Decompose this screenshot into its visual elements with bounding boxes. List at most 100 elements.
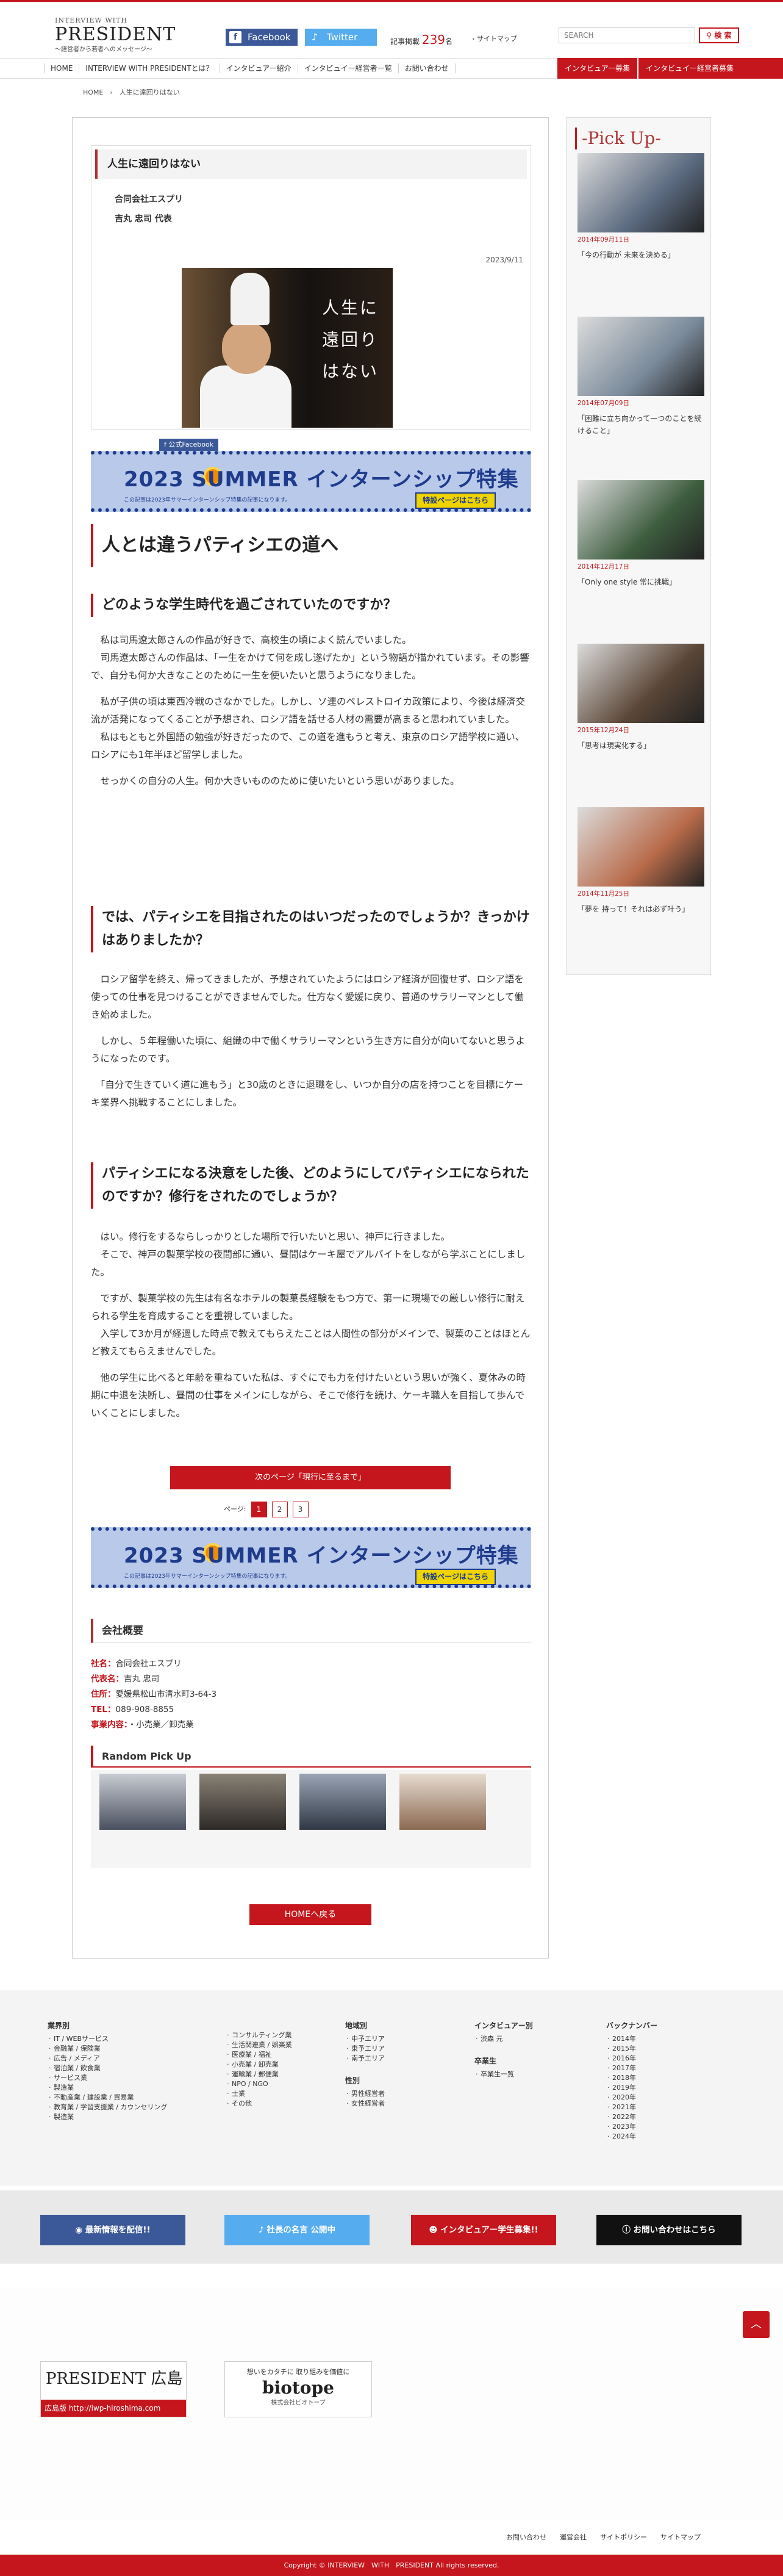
nav-item[interactable]: インタビュアー紹介 xyxy=(220,63,298,73)
footer-link[interactable]: 小売業 / 卸売業 xyxy=(226,2060,292,2070)
facebook-button[interactable]: f Facebook xyxy=(226,29,298,46)
footer-link[interactable]: 運輸業 / 郵便業 xyxy=(226,2070,292,2079)
internship-banner-bottom[interactable]: 2023 SUMMER インターンシップ特集 この記事は2023年サマーインター… xyxy=(91,1527,531,1588)
pickup-item[interactable]: 2014年12月17日 「Only one style 常に挑戦」 xyxy=(577,480,704,588)
footer-link[interactable]: 製造業 xyxy=(48,2083,167,2093)
company-info-key: 代表名： xyxy=(91,1674,124,1684)
footer-link[interactable]: 生活関連業 / 娯楽業 xyxy=(226,2040,292,2050)
pickup-image[interactable] xyxy=(577,807,704,887)
footer-link[interactable]: 教育業 / 学習支援業 / カウンセリング xyxy=(48,2103,167,2112)
footer-link[interactable]: 2020年 xyxy=(606,2093,657,2103)
ad-president-hiroshima[interactable]: PRESIDENT 広島 広島版 http://iwp-hiroshima.co… xyxy=(40,2361,187,2417)
nav-recruit-item[interactable]: インタビュイー経営者募集 xyxy=(637,58,741,79)
article-date: 2023/9/11 xyxy=(485,256,523,264)
footer-link[interactable]: その他 xyxy=(226,2099,292,2109)
page-link[interactable]: 3 xyxy=(292,1502,309,1517)
nav-item[interactable]: お問い合わせ xyxy=(399,63,456,73)
nav-recruit-item[interactable]: インタビュアー募集 xyxy=(556,58,637,79)
search-input[interactable] xyxy=(559,27,695,43)
pickup-image[interactable] xyxy=(577,480,704,559)
share-button[interactable]: ☻ インタビュアー学生募集!! xyxy=(411,2215,556,2245)
company-name: 合同会社エスプリ xyxy=(115,195,183,204)
nav-item[interactable]: インタビュイー経営者一覧 xyxy=(298,63,399,73)
footer-link[interactable]: IT / WEBサービス xyxy=(48,2034,167,2044)
banner-button[interactable]: 特設ページはこちら xyxy=(415,1569,496,1586)
pickup-title[interactable]: 「夢を 持って！それは必ず叶う」 xyxy=(577,903,704,915)
footer-link[interactable]: 東予エリア xyxy=(345,2044,385,2054)
twitter-button[interactable]: ♪ Twitter xyxy=(305,29,377,46)
nav-item[interactable]: HOME xyxy=(44,63,80,73)
footer-bottom-link[interactable]: サイトポリシー xyxy=(600,2532,647,2543)
share-button[interactable]: ♪ 社長の名言 公開中 xyxy=(224,2215,370,2245)
footer-link[interactable]: 中予エリア xyxy=(345,2034,385,2044)
pickup-item[interactable]: 2014年09月11日 「今の行動が 未来を決める」 xyxy=(577,153,704,261)
info-icon: ⓘ xyxy=(622,2225,634,2235)
facebook-badge[interactable]: f 公式Facebook xyxy=(159,439,219,451)
footer-link[interactable]: 製造業 xyxy=(48,2112,167,2122)
footer-link[interactable]: NPO / NGO xyxy=(226,2079,292,2089)
pickup-title[interactable]: 「Only one style 常に挑戦」 xyxy=(577,576,704,588)
sitemap-link[interactable]: › サイトマップ xyxy=(472,34,517,45)
share-button[interactable]: ◉ 最新情報を配信!! xyxy=(40,2215,185,2245)
footer-link[interactable]: 不動産業 / 建設業 / 貿易業 xyxy=(48,2093,167,2103)
next-page-button[interactable]: 次のページ「現行に至るまで」 xyxy=(170,1466,451,1489)
pickup-title[interactable]: 「思考は現実化する」 xyxy=(577,739,704,752)
footer-link[interactable]: 宿泊業 / 飲食業 xyxy=(48,2063,167,2073)
footer-link[interactable]: 広告 / メディア xyxy=(48,2054,167,2063)
footer-bottom-link[interactable]: お問い合わせ xyxy=(506,2532,546,2543)
page-link[interactable]: 1 xyxy=(251,1502,267,1517)
footer-link[interactable]: 渋森 元 xyxy=(474,2034,533,2044)
footer-link[interactable]: 士業 xyxy=(226,2089,292,2099)
footer-link[interactable]: 2023年 xyxy=(606,2122,657,2132)
company-info-row: 事業内容：・小売業／卸売業 xyxy=(91,1718,216,1733)
pickup-image[interactable] xyxy=(577,153,704,232)
facebook-badge-label: 公式Facebook xyxy=(168,441,214,448)
page-link[interactable]: 2 xyxy=(271,1502,288,1517)
footer-link[interactable]: 2024年 xyxy=(606,2132,657,2142)
footer-column-heading: 地域別 xyxy=(345,2021,368,2030)
footer-link[interactable]: 卒業生一覧 xyxy=(474,2070,533,2079)
twitter-icon: ♪ xyxy=(311,31,318,43)
back-to-top-button[interactable]: ︿ xyxy=(743,2311,770,2338)
article-count-number: 239 xyxy=(421,32,446,47)
pickup-item[interactable]: 2014年07月09日 「困難に立ち向かって一つのことを続けること」 xyxy=(577,317,704,437)
footer-link[interactable]: 2019年 xyxy=(606,2083,657,2093)
footer-link[interactable]: 南予エリア xyxy=(345,2054,385,2063)
footer-bottom-link[interactable]: サイトマップ xyxy=(660,2532,701,2543)
footer-bottom-link[interactable]: 運営会社 xyxy=(560,2532,587,2543)
pickup-title[interactable]: 「困難に立ち向かって一つのことを続けること」 xyxy=(577,412,704,437)
footer-link[interactable]: サービス業 xyxy=(48,2073,167,2083)
main-heading: 人とは違うパティシエの道へ xyxy=(91,524,531,567)
site-header: INTERVIEW WITH PRESIDENT 〜経営者から若者へのメッセージ… xyxy=(0,2,783,58)
share-button[interactable]: ⓘ お問い合わせはこちら xyxy=(596,2215,742,2245)
pickup-image[interactable] xyxy=(577,317,704,396)
footer-link[interactable]: 2017年 xyxy=(606,2063,657,2073)
home-button[interactable]: HOMEへ戻る xyxy=(249,1904,371,1925)
pickup-image[interactable] xyxy=(577,644,704,723)
random-pickup-image[interactable] xyxy=(299,1774,386,1830)
nav-item[interactable]: INTERVIEW WITH PRESIDENTとは？ xyxy=(79,63,220,73)
footer-link[interactable]: 2014年 xyxy=(606,2034,657,2044)
footer-link[interactable]: 医療業 / 福祉 xyxy=(226,2050,292,2060)
footer-link[interactable]: 女性経営者 xyxy=(345,2099,385,2109)
random-pickup-image[interactable] xyxy=(199,1774,286,1830)
internship-banner-top[interactable]: 2023 SUMMER インターンシップ特集 この記事は2023年サマーインター… xyxy=(91,451,531,512)
pickup-item[interactable]: 2015年12月24日 「思考は現実化する」 xyxy=(577,644,704,752)
footer-link[interactable]: 2016年 xyxy=(606,2054,657,2063)
footer-link[interactable]: 男性経営者 xyxy=(345,2089,385,2099)
footer-link[interactable]: 2018年 xyxy=(606,2073,657,2083)
random-pickup-image[interactable] xyxy=(99,1774,186,1830)
footer-link[interactable]: 金融業 / 保険業 xyxy=(48,2044,167,2054)
pickup-item[interactable]: 2014年11月25日 「夢を 持って！それは必ず叶う」 xyxy=(577,807,704,915)
footer-link[interactable]: 2015年 xyxy=(606,2044,657,2054)
random-pickup-image[interactable] xyxy=(399,1774,486,1830)
footer-link[interactable]: 2021年 xyxy=(606,2103,657,2112)
search-button[interactable]: ⚲ 検 索 xyxy=(699,27,739,43)
footer-link[interactable]: コンサルティング業 xyxy=(226,2031,292,2040)
ad-biotope[interactable]: 想いをカタチに 取り組みを価値に biotope 株式会社ビオトープ xyxy=(224,2361,372,2417)
site-logo[interactable]: INTERVIEW WITH PRESIDENT 〜経営者から若者へのメッセージ… xyxy=(55,15,177,55)
footer-link[interactable]: 2022年 xyxy=(606,2112,657,2122)
banner-button[interactable]: 特設ページはこちら xyxy=(415,492,496,509)
chevron-up-icon: ︿ xyxy=(751,2318,762,2331)
pickup-title[interactable]: 「今の行動が 未来を決める」 xyxy=(577,249,704,261)
